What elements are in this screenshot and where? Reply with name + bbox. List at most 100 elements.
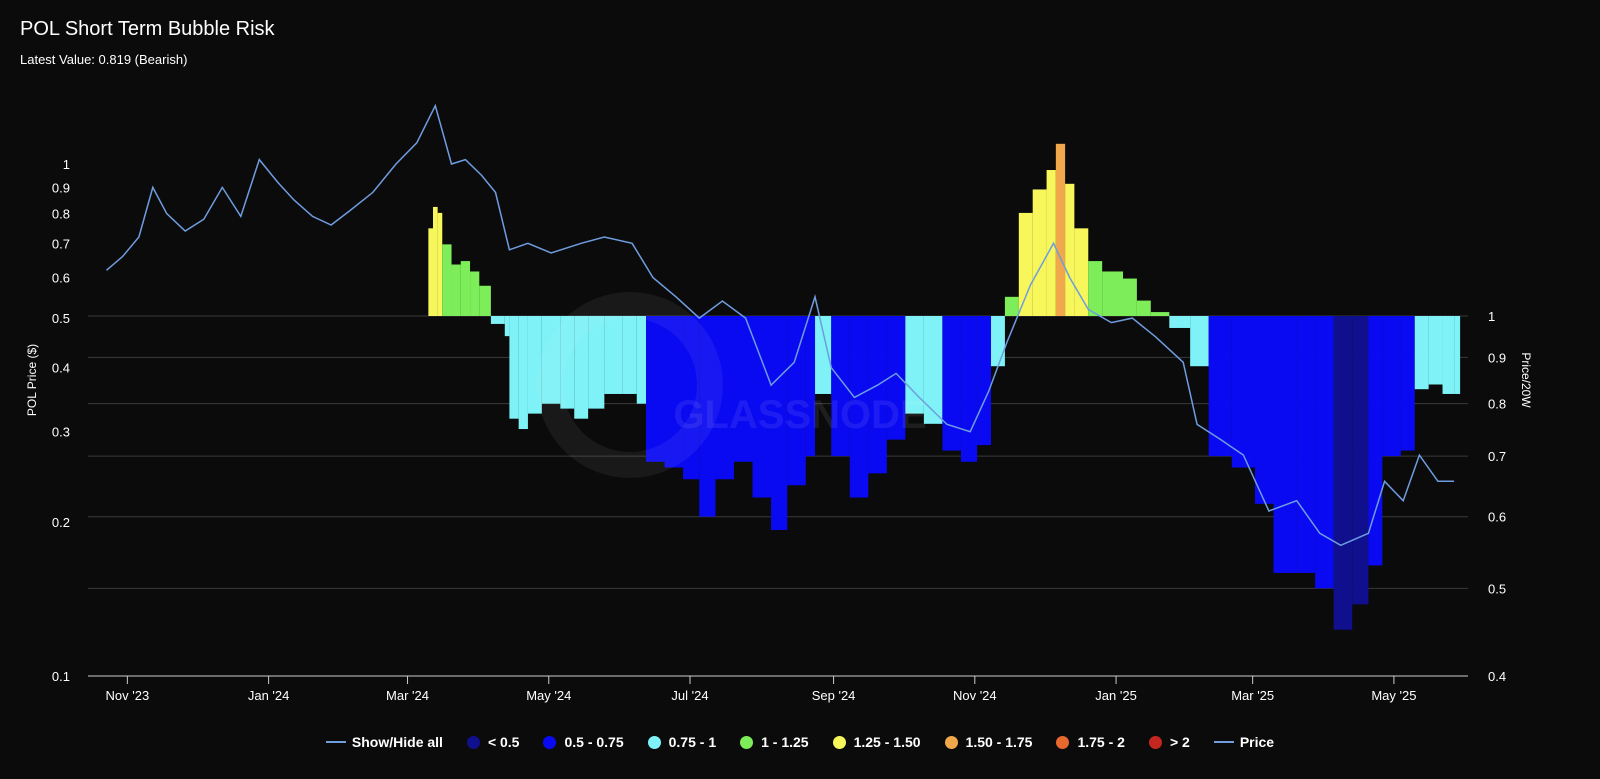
legend-label: 1.50 - 1.75 (965, 734, 1033, 750)
y-right-tick-label: 1 (1488, 309, 1495, 324)
legend-show-hide-all[interactable]: Show/Hide all (325, 734, 443, 750)
x-tick-label: Nov '23 (106, 688, 150, 703)
y-left-tick-label: 1 (63, 157, 70, 172)
bubble-risk-chart: GLASSNODE 0.10.20.30.40.50.60.70.80.910.… (25, 103, 1533, 703)
x-tick-label: Nov '24 (953, 688, 997, 703)
ratio-bar (1150, 312, 1170, 316)
y-left-tick-label: 0.4 (52, 361, 70, 376)
legend-item-bin[interactable]: 0.75 - 1 (647, 734, 717, 750)
ratio-bar (991, 316, 1005, 367)
ratio-bar (1352, 316, 1369, 605)
y-right-tick-label: 0.6 (1488, 510, 1506, 525)
legend-dot-icon (1148, 735, 1162, 749)
ratio-bar (1315, 316, 1334, 589)
y-left-tick-label: 0.1 (52, 669, 70, 684)
y-left-tick-label: 0.9 (52, 180, 70, 195)
legend-dot-icon (832, 735, 846, 749)
ratio-bar (518, 316, 528, 430)
ratio-bar (470, 271, 480, 316)
ratio-bar (636, 316, 647, 404)
x-tick-label: Sep '24 (812, 688, 856, 703)
ratio-bar (1055, 143, 1066, 316)
ratio-bar (509, 316, 519, 419)
y-right-tick-label: 0.4 (1488, 669, 1506, 684)
ratio-bar (960, 316, 978, 462)
legend-item-bin[interactable]: < 0.5 (466, 734, 520, 750)
ratio-bar (1074, 228, 1089, 316)
ratio-bar (1088, 261, 1103, 316)
ratio-bar (1208, 316, 1232, 457)
legend-item-bin[interactable]: > 2 (1148, 734, 1190, 750)
legend-dot-icon (1056, 735, 1070, 749)
x-tick-label: May '25 (1371, 688, 1416, 703)
ratio-bar (1382, 316, 1401, 457)
ratio-bar (1004, 296, 1019, 316)
legend-label: > 2 (1169, 734, 1190, 750)
ratio-bar (1254, 316, 1274, 504)
y-right-tick-label: 0.5 (1488, 581, 1506, 596)
y-right-tick-label: 0.7 (1488, 449, 1506, 464)
legend-line-icon (1213, 741, 1234, 743)
ratio-bar (1442, 316, 1455, 394)
y-left-tick-label: 0.3 (52, 425, 70, 440)
ratio-bar (504, 316, 510, 337)
ratio-bar (428, 228, 433, 316)
legend-item-bin[interactable]: 1 - 1.25 (740, 734, 809, 750)
ratio-bar (1333, 316, 1353, 630)
x-tick-label: Jan '25 (1095, 688, 1137, 703)
price-ratio-bars (428, 143, 1461, 630)
ratio-bar (1032, 189, 1047, 316)
ratio-bar (1190, 316, 1209, 367)
ratio-bar (433, 206, 438, 316)
legend-dot-icon (740, 735, 754, 749)
legend-dot-icon (466, 735, 480, 749)
ratio-bar (734, 316, 753, 462)
ratio-bar (622, 316, 637, 394)
legend-dot-icon (647, 735, 661, 749)
ratio-bar (1454, 316, 1461, 394)
ratio-bar (604, 316, 623, 394)
ratio-bar (460, 261, 471, 316)
legend-dot-icon (543, 735, 557, 749)
legend-line-icon (325, 741, 346, 743)
legend-item-bin[interactable]: 1.25 - 1.50 (832, 734, 921, 750)
legend-item-bin[interactable]: 0.5 - 0.75 (543, 734, 624, 750)
legend-dot-icon (944, 735, 958, 749)
y-right-tick-label: 0.9 (1488, 350, 1506, 365)
legend-item-bin[interactable]: 1.75 - 2 (1056, 734, 1125, 750)
ratio-bar (1296, 316, 1316, 573)
legend-label: 0.5 - 0.75 (564, 734, 624, 750)
legend-label: 1.25 - 1.50 (853, 734, 921, 750)
y-left-tick-label: 0.2 (52, 515, 70, 530)
legend-label: < 0.5 (487, 734, 520, 750)
x-tick-label: Mar '25 (1231, 688, 1274, 703)
legend-label: 1.75 - 2 (1077, 734, 1125, 750)
ratio-bar (451, 264, 461, 316)
y-left-tick-label: 0.6 (52, 271, 70, 286)
ratio-bar (1169, 316, 1191, 328)
legend-label: Show/Hide all (351, 734, 443, 750)
ratio-bar (1136, 300, 1151, 316)
x-tick-label: Jul '24 (671, 688, 708, 703)
ratio-bar (942, 316, 961, 451)
y-left-tick-label: 0.8 (52, 207, 70, 222)
ratio-bar (1273, 316, 1297, 573)
legend-price[interactable]: Price (1213, 734, 1275, 750)
legend-label: 0.75 - 1 (668, 734, 717, 750)
x-tick-label: Mar '24 (386, 688, 429, 703)
ratio-bar (1123, 278, 1137, 316)
legend-label: Price (1239, 734, 1275, 750)
legend-item-bin[interactable]: 1.50 - 1.75 (944, 734, 1033, 750)
ratio-bar (479, 285, 491, 316)
y-left-axis-title: POL Price ($) (25, 344, 39, 416)
y-right-tick-label: 0.8 (1488, 397, 1506, 412)
ratio-bar (1400, 316, 1415, 451)
ratio-bar (1018, 212, 1033, 316)
y-left-tick-label: 0.5 (52, 311, 70, 326)
x-tick-label: Jan '24 (248, 688, 290, 703)
ratio-bar (977, 316, 992, 446)
y-right-axis-title: Price/20W (1519, 352, 1533, 408)
ratio-bar (1065, 183, 1075, 316)
legend-label: 1 - 1.25 (761, 734, 809, 750)
ratio-bar (1231, 316, 1255, 468)
